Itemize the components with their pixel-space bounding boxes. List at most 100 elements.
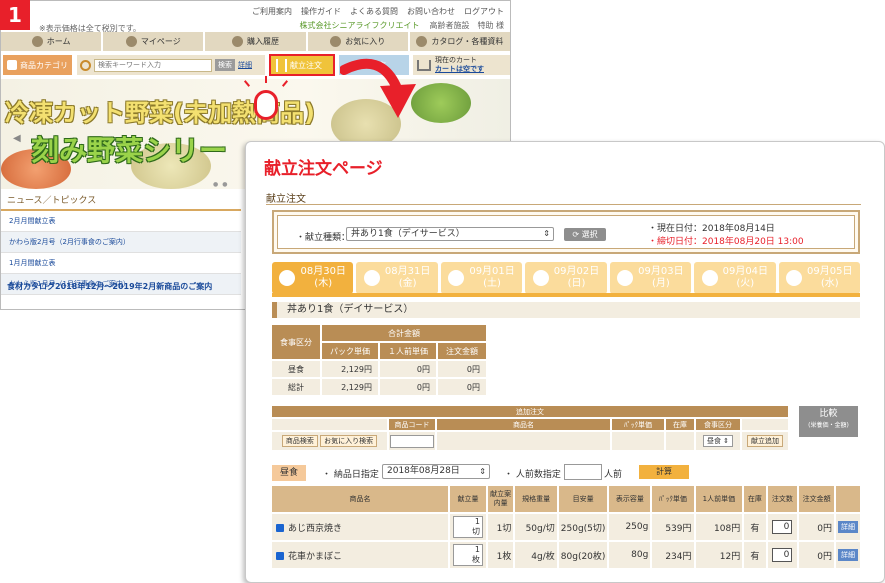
nav-history[interactable]: 購入履歴 (205, 32, 306, 51)
item-qty-input[interactable]: 1枚 (453, 544, 483, 566)
col-name-header: 商品名 (272, 486, 449, 512)
nav-mypage[interactable]: マイページ (103, 32, 204, 51)
search-button[interactable]: 検索 (215, 59, 235, 71)
add-kubun-header: 食事区分 (696, 419, 740, 430)
item-checkbox[interactable] (276, 552, 284, 560)
item-checkbox[interactable] (276, 524, 284, 532)
item-disp: 80g (609, 542, 651, 568)
summary-row: 総計 2,129円 0円 0円 (272, 379, 486, 395)
persons-input[interactable] (564, 464, 602, 480)
summary-person: 0円 (380, 379, 436, 395)
meal-kubun-value: 昼食 (706, 437, 721, 445)
company-info: 株式会社シニアライフクリエイト 高齢者施設 特助 様 (299, 20, 504, 31)
news-item[interactable]: 1月月間献立表 (1, 253, 241, 274)
nav-favorites-label: お気に入り (345, 37, 386, 46)
section-divider (266, 204, 861, 205)
add-stock-header: 在庫 (666, 419, 694, 430)
category-button[interactable]: 商品カテゴリ (3, 55, 72, 75)
category-icon (7, 60, 17, 70)
news-section: ニュース／トピックス 2月月間献立表 かわら版2月号（2月行事食のご案内） 1月… (1, 190, 241, 295)
date-tab-date: 09月04日 (722, 266, 769, 277)
date-tab-date: 09月05日 (807, 266, 853, 277)
item-spec: 4g/枚 (515, 542, 557, 568)
item-qty-input[interactable]: 1切 (453, 516, 483, 538)
summary-label: 総計 (272, 379, 320, 395)
yen-icon (232, 36, 243, 47)
calculate-button[interactable]: 計算 (639, 465, 689, 479)
additional-order-table: 追加注文 商品コード 商品名 ﾊﾟｯｸ単価 在庫 食事区分 商品検索 お気に入り… (270, 404, 790, 452)
category-label: 商品カテゴリ (20, 60, 68, 70)
kondate-order-button[interactable]: 献立注文 (269, 54, 335, 76)
date-tab-dow: (木) (314, 278, 333, 289)
news-item[interactable]: 2月月間献立表 (1, 211, 241, 232)
delivery-date-select[interactable]: 2018年08月28日 (382, 464, 490, 479)
col-disp-header: 表示容量 (609, 486, 651, 512)
item-guide: 80g(20枚) (558, 542, 608, 568)
product-search-button[interactable]: 商品検索 (281, 435, 318, 447)
add-pack-cell (612, 432, 664, 450)
persons-label: ・ 人前数指定 (504, 470, 561, 480)
add-to-menu-button[interactable]: 献立追加 (747, 435, 783, 447)
current-date: ・現在日付：2018年08月14日 (648, 224, 775, 234)
detail-button[interactable]: 詳細 (838, 521, 858, 533)
date-tab-dow: (火) (736, 278, 755, 289)
meal-kubun-select[interactable]: 昼食 ⇕ (702, 435, 734, 447)
menu-items-table: 商品名 献立量 献立案内量 規格重量 目安量 表示容量 ﾊﾟｯｸ単価 1人前単価… (270, 484, 862, 570)
date-tab[interactable]: 09月05日 (水) (778, 262, 860, 294)
search-input[interactable] (94, 58, 212, 72)
item-qty-value: 1 (474, 517, 480, 526)
table-row: あじ西京焼き 1切 1切 50g/切 250g(5切) 250g 539円 10… (272, 514, 860, 540)
compare-button[interactable]: 比較 (栄養価・金額) (799, 406, 858, 437)
banner-dots[interactable]: ●● (213, 181, 231, 188)
banner-title-2: 刻み野菜シリー (31, 134, 228, 167)
col-plan-header: 献立案内量 (487, 486, 514, 512)
top-link-contact[interactable]: お問い合わせ (407, 6, 455, 17)
top-link-operation[interactable]: 操作ガイド (301, 6, 341, 17)
select-button[interactable]: ⟳ 選択 (564, 228, 606, 241)
top-link-faq[interactable]: よくある質問 (350, 6, 398, 17)
item-pack: 234円 (652, 542, 694, 568)
item-plan: 1枚 (487, 542, 514, 568)
item-amount: 0円 (799, 542, 834, 568)
main-nav: ホーム マイページ 購入履歴 お気に入り カタログ・各種資料 (1, 32, 510, 51)
nav-favorites[interactable]: お気に入り (307, 32, 408, 51)
item-guide: 250g(5切) (558, 514, 608, 540)
top-link-logout[interactable]: ログアウト (464, 6, 504, 17)
cart-status-link[interactable]: カートは空です (435, 65, 484, 73)
news-item[interactable]: かわら版2月号（2月行事食のご案内） (1, 232, 241, 253)
order-qty-input[interactable]: 0 (772, 520, 793, 534)
summary-pack: 2,129円 (322, 379, 378, 395)
nav-home[interactable]: ホーム (1, 32, 102, 51)
add-code-header: 商品コード (389, 419, 435, 430)
menu-type-select[interactable]: 丼あり1食（デイサービス） (346, 227, 554, 241)
date-tab[interactable]: 08月31日 (金) (356, 262, 438, 294)
nav-catalog[interactable]: カタログ・各種資料 (409, 32, 510, 51)
banner-prev-icon[interactable]: ◀ (13, 133, 21, 144)
col-qty-header: 献立量 (450, 486, 486, 512)
summary-total-header: 合計金額 (322, 325, 486, 341)
top-link-guide[interactable]: ご利用案内 (252, 6, 292, 17)
detail-search-link[interactable]: 詳細 (238, 60, 252, 70)
summary-order-header: 注文金額 (438, 343, 486, 359)
face-icon (125, 36, 137, 47)
detail-button[interactable]: 詳細 (838, 549, 858, 561)
date-tab[interactable]: 08月30日 (木) (272, 262, 354, 294)
add-stock-cell (666, 432, 694, 450)
date-tab[interactable]: 09月02日 (日) (525, 262, 607, 294)
date-tab[interactable]: 09月04日 (火) (694, 262, 776, 294)
date-tab-dow: (月) (651, 278, 670, 289)
nav-history-label: 購入履歴 (247, 37, 279, 46)
favorite-search-button[interactable]: お気に入り検索 (320, 435, 378, 447)
order-qty-input[interactable]: 0 (772, 548, 793, 562)
product-code-input[interactable] (390, 434, 434, 448)
date-tab[interactable]: 09月01日 (土) (440, 262, 523, 294)
date-tab-dow: (金) (398, 278, 417, 289)
search-icon (80, 59, 91, 71)
additional-order-title: 追加注文 (272, 406, 788, 417)
fork-knife-icon (276, 58, 287, 72)
date-tab-date: 08月30日 (300, 266, 346, 277)
top-links: ご利用案内 操作ガイド よくある質問 お問い合わせ ログアウト (151, 6, 504, 17)
date-tab[interactable]: 09月03日 (月) (609, 262, 692, 294)
cart-box[interactable]: 現在のカート カートは空です (413, 55, 510, 75)
catalog-link[interactable]: 食材カタログ2018年12月～2019年2月新商品のご案内 (7, 281, 212, 292)
